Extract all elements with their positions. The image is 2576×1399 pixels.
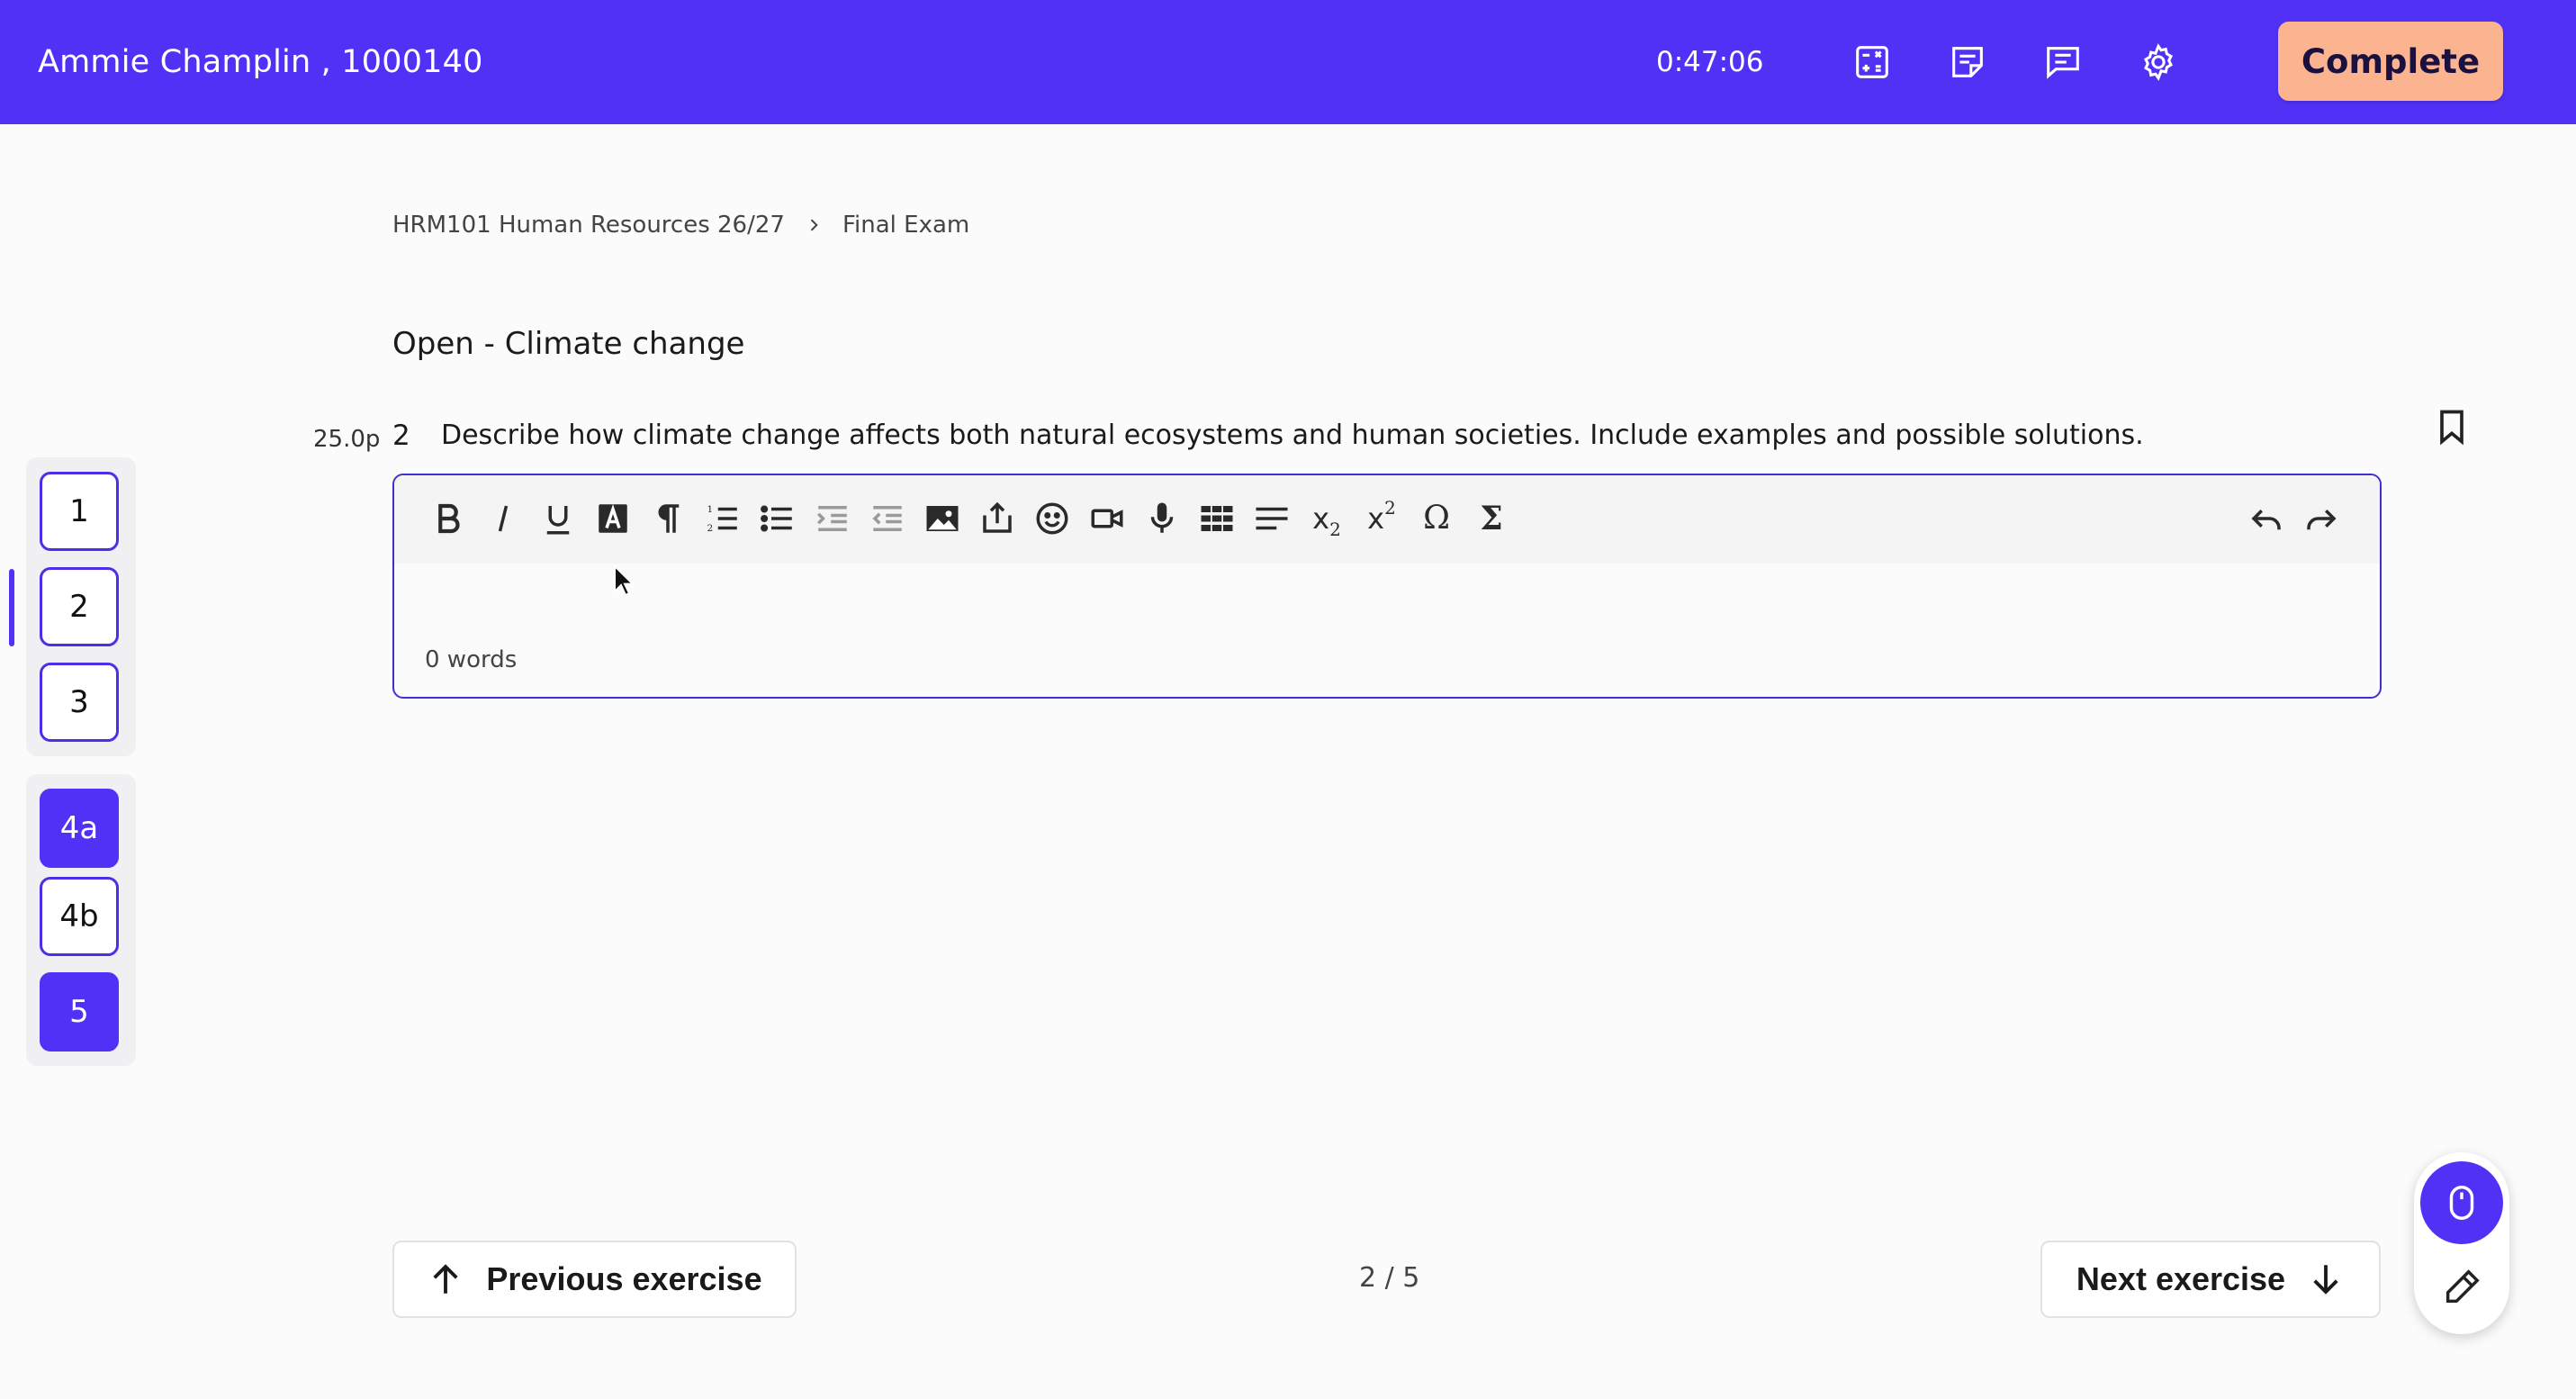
breadcrumb-exam[interactable]: Final Exam (842, 212, 969, 239)
word-count: 0 words (425, 646, 518, 673)
subscript-icon[interactable]: x2 (1303, 495, 1350, 542)
nav-active-indicator (9, 569, 14, 646)
text-color-icon[interactable] (590, 495, 636, 542)
image-icon[interactable] (919, 495, 966, 542)
subscript-digit: 2 (1329, 519, 1341, 540)
redo-icon[interactable] (2298, 495, 2345, 542)
editor-toolbar: 12 x2 x 2 Ω Σ (394, 475, 2380, 564)
arrow-up-icon (433, 1264, 459, 1294)
superscript-label: x (1367, 501, 1385, 536)
svg-text:1: 1 (707, 504, 714, 515)
paragraph-icon[interactable] (644, 495, 691, 542)
nav-question-4a[interactable]: 4a (40, 789, 119, 868)
gear-icon[interactable] (2136, 40, 2181, 85)
top-bar: Ammie Champlin , 1000140 0:47:06 Complet… (0, 0, 2576, 124)
bold-icon[interactable] (425, 495, 472, 542)
page-indicator: 2 / 5 (1359, 1262, 1420, 1294)
question-number: 2 (392, 420, 410, 452)
next-exercise-label: Next exercise (2076, 1260, 2286, 1297)
svg-text:2: 2 (707, 523, 714, 534)
nav-question-2[interactable]: 2 (40, 567, 119, 646)
undo-icon[interactable] (2243, 495, 2290, 542)
omega-icon[interactable]: Ω (1413, 495, 1460, 542)
breadcrumb-course[interactable]: HRM101 Human Resources 26/27 (392, 212, 785, 239)
question-text: Describe how climate change affects both… (441, 420, 2144, 451)
section-title: Open - Climate change (392, 326, 745, 362)
indent-icon[interactable] (809, 495, 856, 542)
italic-icon[interactable] (480, 495, 527, 542)
underline-icon[interactable] (535, 495, 581, 542)
sigma-icon[interactable]: Σ (1468, 495, 1515, 542)
sigma-symbol: Σ (1480, 500, 1503, 537)
next-exercise-button[interactable]: Next exercise (2040, 1241, 2381, 1318)
table-icon[interactable] (1193, 495, 1240, 542)
complete-button[interactable]: Complete (2278, 22, 2503, 101)
align-icon[interactable] (1248, 495, 1295, 542)
subscript-label: x (1312, 501, 1330, 536)
arrow-down-icon (2313, 1265, 2338, 1295)
superscript-digit: 2 (1384, 497, 1396, 519)
microphone-icon[interactable] (1139, 495, 1185, 542)
calculator-icon[interactable] (1850, 40, 1895, 85)
mouse-tool-icon[interactable] (2420, 1161, 2503, 1244)
user-name: Ammie Champlin , 1000140 (38, 44, 483, 80)
mouse-pointer-icon (613, 564, 635, 597)
pen-tool-icon[interactable] (2420, 1246, 2503, 1329)
question-nav-group-2: 4a 4b 5 (26, 774, 136, 1066)
outdent-icon[interactable] (864, 495, 911, 542)
chevron-right-icon (810, 219, 818, 231)
exam-timer: 0:47:06 (1656, 46, 1764, 78)
bullet-list-icon[interactable] (754, 495, 801, 542)
previous-exercise-button[interactable]: Previous exercise (392, 1241, 797, 1318)
ordered-list-icon[interactable]: 12 (699, 495, 746, 542)
superscript-icon[interactable]: x2 (1358, 495, 1405, 542)
breadcrumb: HRM101 Human Resources 26/27 Final Exam (392, 207, 969, 243)
video-icon[interactable] (1084, 495, 1130, 542)
previous-exercise-label: Previous exercise (486, 1260, 762, 1297)
bookmark-icon[interactable] (2430, 403, 2473, 450)
emoji-icon[interactable] (1029, 495, 1076, 542)
upload-icon[interactable] (974, 495, 1021, 542)
notes-icon[interactable] (1945, 40, 1990, 85)
nav-question-4b[interactable]: 4b (40, 877, 119, 956)
omega-symbol: Ω (1423, 500, 1450, 537)
nav-question-3[interactable]: 3 (40, 663, 119, 742)
answer-editor[interactable]: 12 x2 x 2 Ω Σ 0 words (392, 474, 2382, 699)
chat-icon[interactable] (2040, 40, 2085, 85)
question-points: 25.0p (313, 426, 381, 453)
tool-palette (2414, 1152, 2509, 1334)
nav-question-1[interactable]: 1 (40, 472, 119, 551)
question-nav-group-1: 1 2 3 (26, 457, 136, 756)
nav-question-5[interactable]: 5 (40, 972, 119, 1052)
